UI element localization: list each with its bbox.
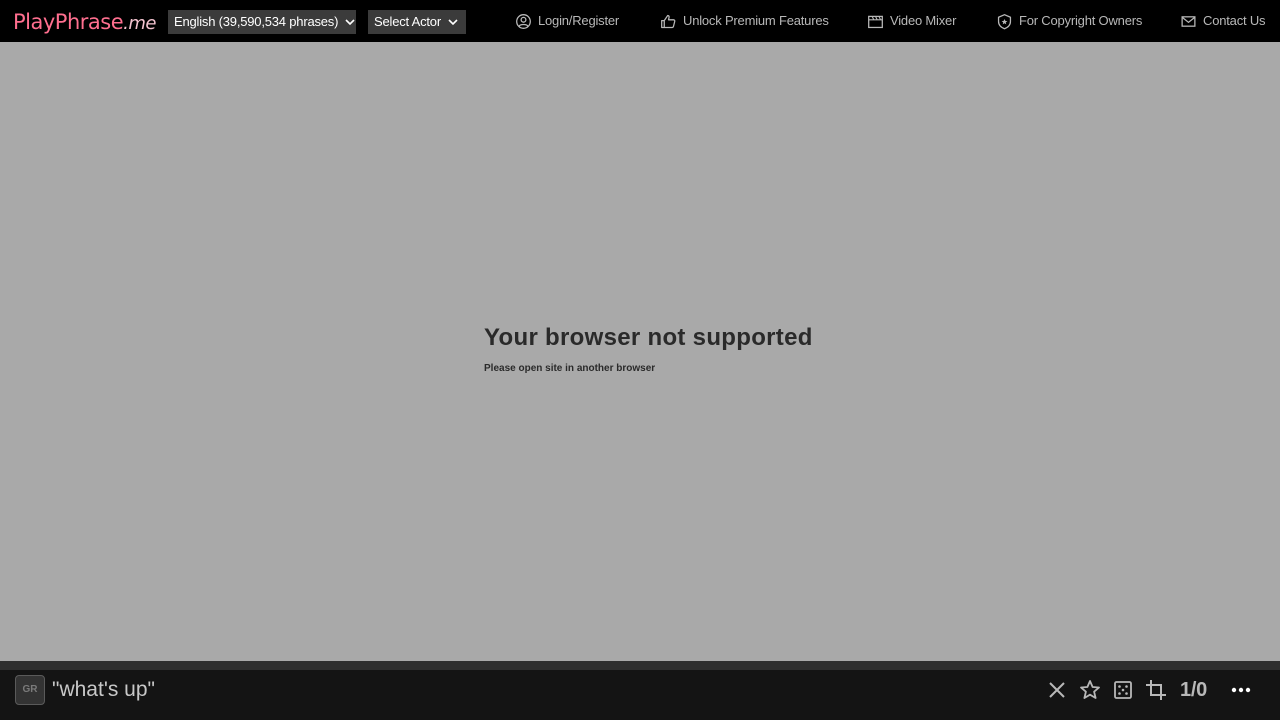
- film-icon: [868, 15, 883, 28]
- nav-video-mixer[interactable]: Video Mixer: [867, 11, 956, 31]
- crop-icon: [1146, 680, 1166, 700]
- message-subtitle: Please open site in another browser: [484, 363, 656, 374]
- unsupported-browser-message: Your browser not supported Please open s…: [484, 322, 884, 374]
- phrase-counter: 1/0: [1180, 679, 1207, 701]
- top-navigation-bar: PlayPhrase.me English (39,590,534 phrase…: [0, 0, 1280, 42]
- user-circle-icon: [516, 13, 531, 29]
- gr-button[interactable]: GR: [15, 675, 45, 705]
- site-logo[interactable]: PlayPhrase.me: [13, 7, 156, 37]
- star-icon: [1080, 680, 1100, 699]
- mail-icon: [1181, 15, 1196, 27]
- crop-button[interactable]: [1144, 678, 1168, 702]
- language-dropdown-label: English (39,590,534 phrases): [174, 14, 339, 29]
- nav-copyright-label: For Copyright Owners: [1019, 13, 1143, 28]
- nav-contact-us[interactable]: Contact Us: [1180, 11, 1266, 31]
- clear-search-button[interactable]: [1045, 678, 1069, 702]
- search-input[interactable]: [52, 674, 952, 706]
- random-phrase-button[interactable]: [1111, 678, 1135, 702]
- nav-login-register[interactable]: Login/Register: [515, 11, 619, 31]
- favorite-button[interactable]: [1078, 678, 1102, 702]
- message-title: Your browser not supported: [484, 324, 813, 351]
- logo-text-domain: .me: [123, 13, 156, 34]
- close-icon: [1049, 682, 1065, 698]
- dice-icon: [1114, 681, 1132, 699]
- logo-text-main: PlayPhrase: [13, 10, 124, 34]
- nav-unlock-premium[interactable]: Unlock Premium Features: [660, 11, 829, 31]
- actor-dropdown-label: Select Actor: [374, 14, 441, 29]
- more-options-button[interactable]: [1229, 678, 1253, 702]
- nav-mixer-label: Video Mixer: [890, 13, 957, 28]
- nav-contact-label: Contact Us: [1203, 13, 1266, 28]
- thumbs-up-icon: [661, 14, 676, 28]
- chevron-down-icon: [448, 19, 458, 26]
- nav-login-label: Login/Register: [538, 13, 620, 28]
- more-icon: [1231, 687, 1251, 693]
- nav-copyright-owners[interactable]: For Copyright Owners: [996, 11, 1142, 31]
- shield-icon: [997, 13, 1012, 29]
- language-dropdown[interactable]: English (39,590,534 phrases): [168, 10, 356, 34]
- actor-dropdown[interactable]: Select Actor: [368, 10, 466, 34]
- nav-premium-label: Unlock Premium Features: [683, 13, 829, 28]
- chevron-down-icon: [345, 19, 355, 26]
